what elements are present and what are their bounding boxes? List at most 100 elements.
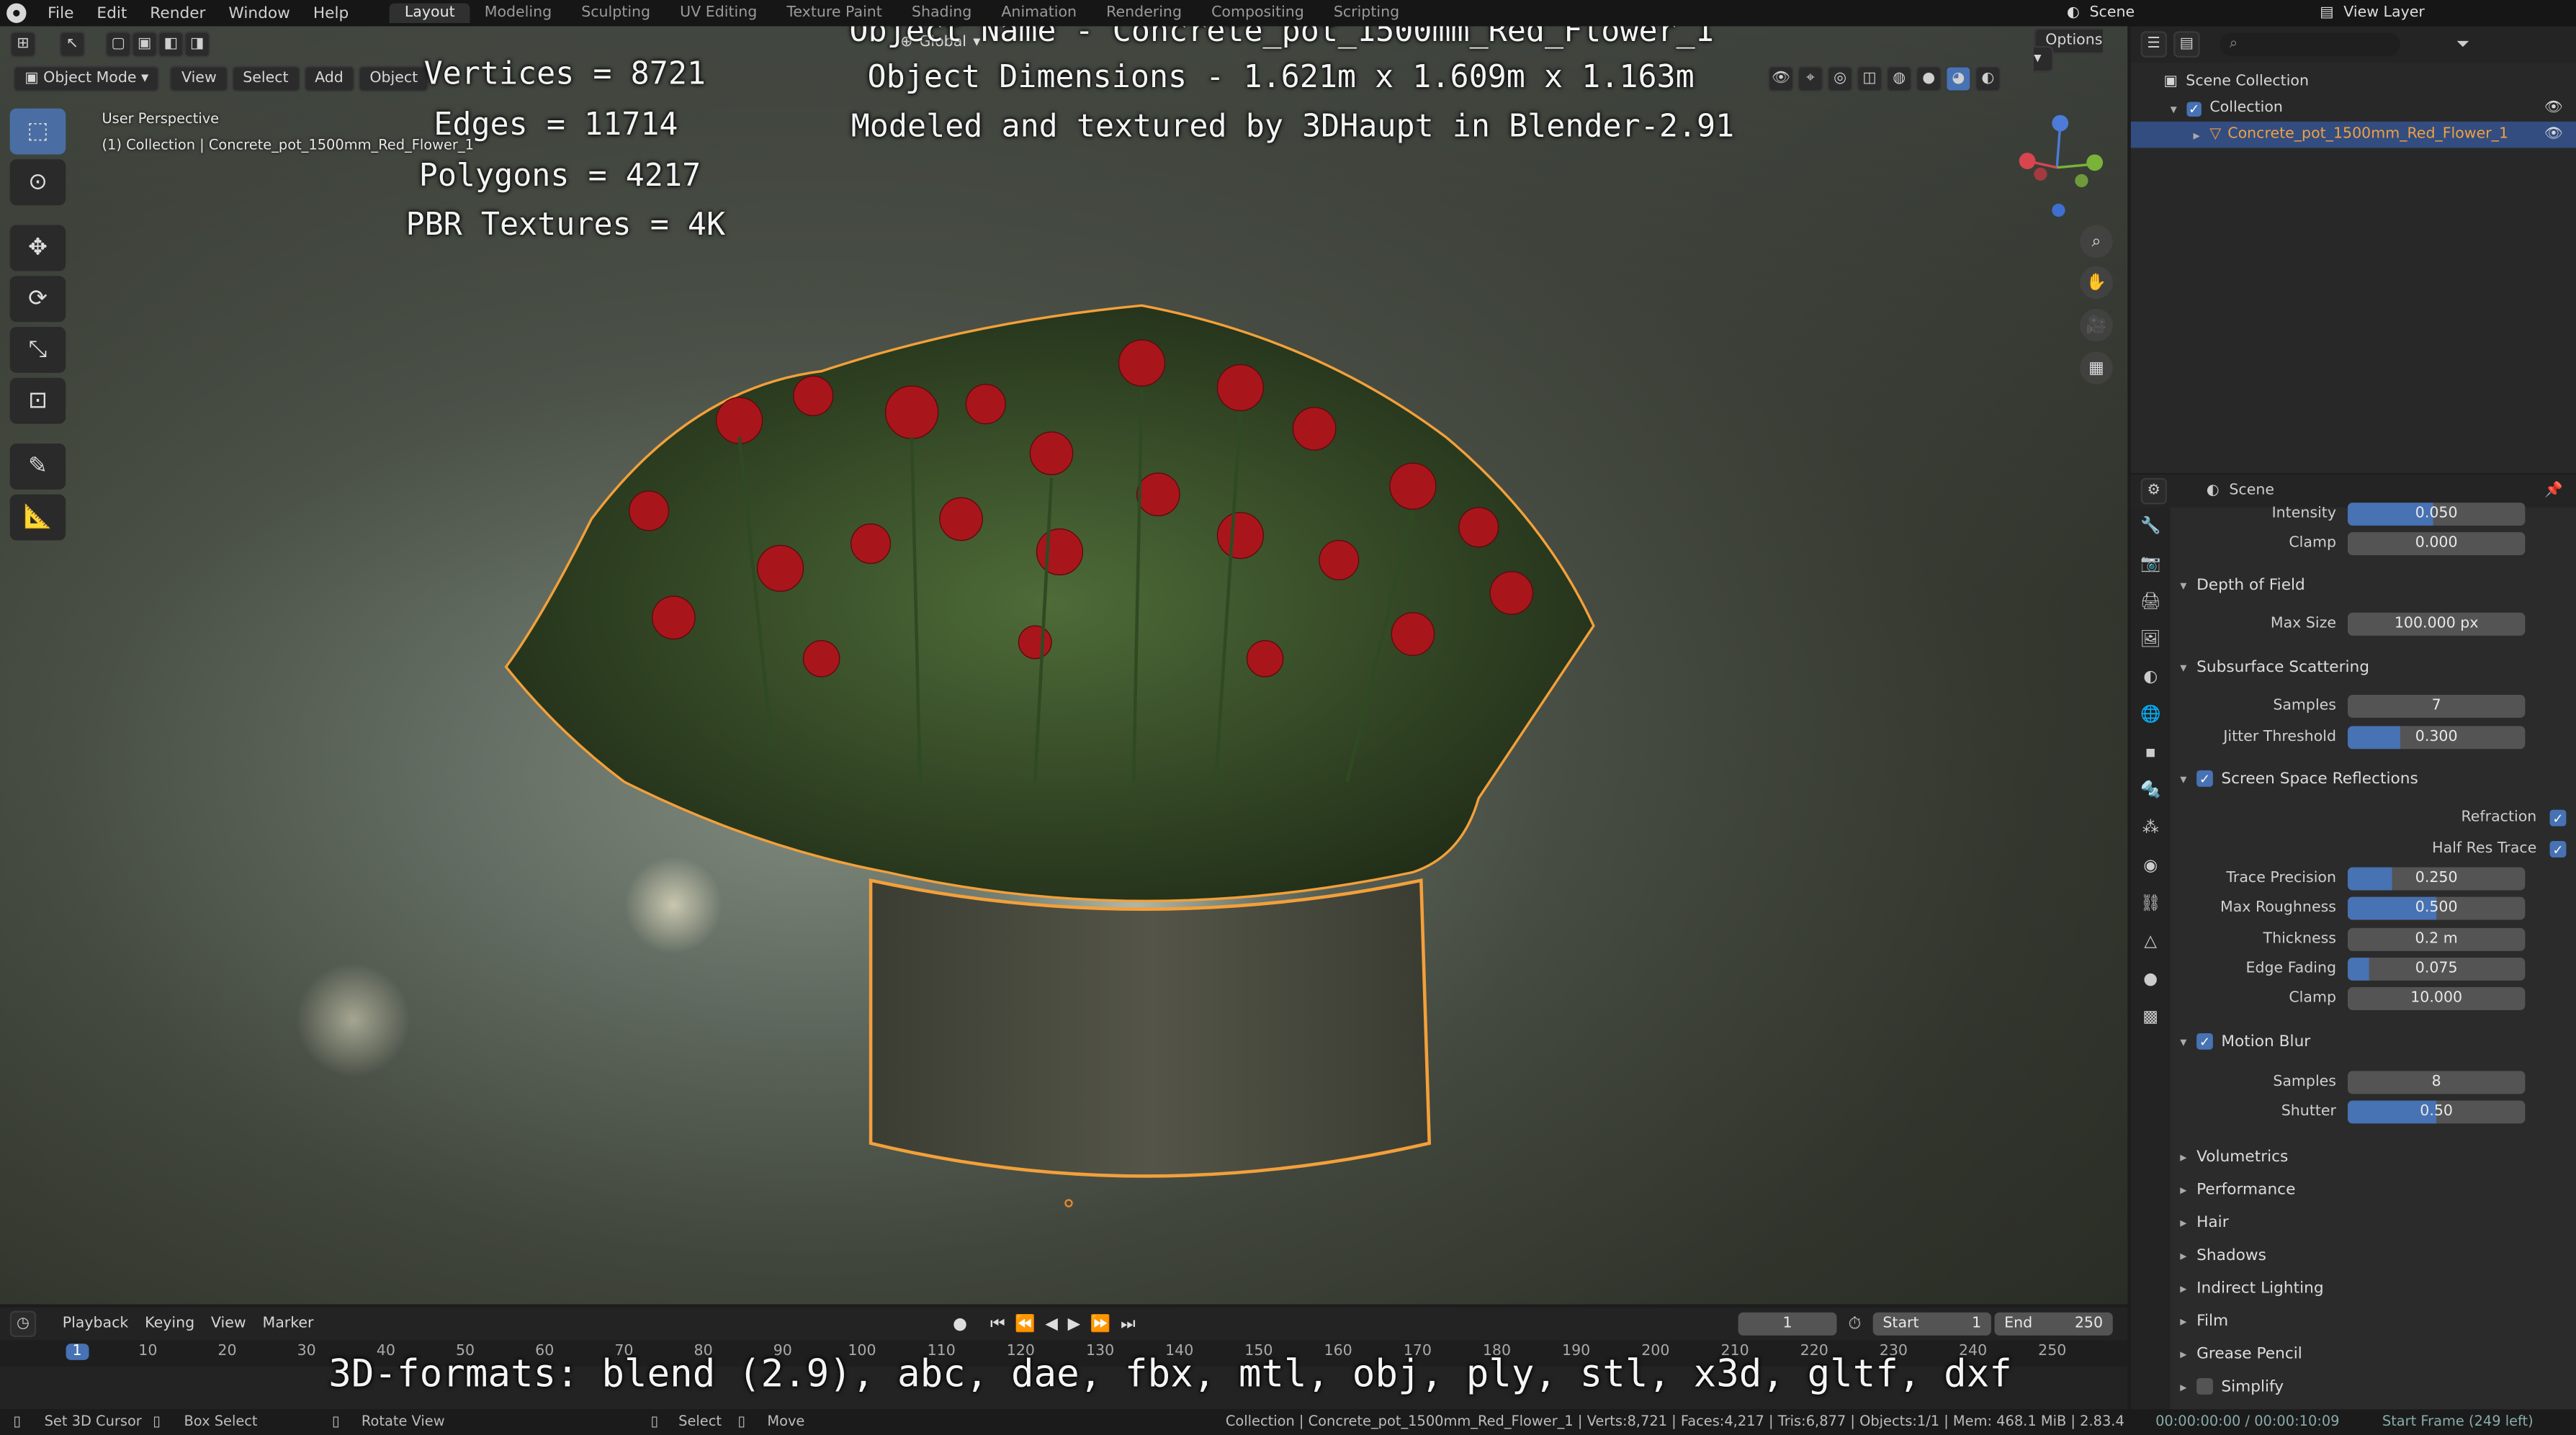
navigation-gizmo[interactable] bbox=[2008, 109, 2113, 224]
tab-modeling[interactable]: Modeling bbox=[470, 4, 566, 23]
visibility-icon[interactable]: 👁 bbox=[1767, 66, 1795, 92]
refraction-checkbox[interactable]: ✓ bbox=[2549, 809, 2567, 827]
tab-sculpting[interactable]: Sculpting bbox=[567, 4, 665, 23]
view-layer-tab-icon[interactable]: 🖼 bbox=[2131, 621, 2171, 658]
intensity-field[interactable]: 0.050 bbox=[2347, 503, 2526, 526]
rendered-shading-icon[interactable]: ◐ bbox=[1975, 66, 2001, 92]
half-res-checkbox[interactable]: ✓ bbox=[2549, 841, 2567, 858]
panel-indirect-lighting[interactable]: ▸ Indirect Lighting bbox=[2180, 1272, 2575, 1305]
play-reverse-icon[interactable]: ◀ bbox=[1045, 1315, 1058, 1333]
select-mode-subtract-icon[interactable]: ◧ bbox=[158, 31, 184, 58]
outliner-editor-icon[interactable]: ☰ bbox=[2140, 31, 2168, 58]
scene-collection-row[interactable]: ▣ Scene Collection bbox=[2131, 69, 2576, 96]
material-tab-icon[interactable]: ● bbox=[2131, 961, 2171, 999]
object-tab-icon[interactable]: ▪ bbox=[2131, 734, 2171, 772]
expand-arrow-icon[interactable]: ▸ bbox=[2194, 127, 2210, 143]
timeline-menu-playback[interactable]: Playback bbox=[63, 1315, 129, 1332]
tab-rendering[interactable]: Rendering bbox=[1092, 4, 1197, 23]
menu-window[interactable]: Window bbox=[217, 4, 301, 22]
physics-tab-icon[interactable]: ◉ bbox=[2131, 847, 2171, 885]
zoom-icon[interactable]: ⌕ bbox=[2080, 225, 2113, 258]
options-dropdown[interactable]: Options ▾ bbox=[2034, 27, 2127, 73]
stopwatch-icon[interactable]: ⏱ bbox=[1848, 1315, 1861, 1333]
solid-shading-icon[interactable]: ● bbox=[1915, 66, 1942, 92]
overlay-toggle-icon[interactable]: ◎ bbox=[1826, 66, 1854, 92]
menu-render[interactable]: Render bbox=[138, 4, 217, 22]
tab-uv-editing[interactable]: UV Editing bbox=[665, 4, 772, 23]
jitter-field[interactable]: 0.300 bbox=[2347, 726, 2526, 750]
object-mode-dropdown[interactable]: ▣ Object Mode ▾ bbox=[13, 66, 161, 92]
wireframe-shading-icon[interactable]: ◍ bbox=[1885, 66, 1913, 92]
tool-tab-icon[interactable]: 🔧 bbox=[2131, 508, 2171, 545]
record-icon[interactable]: ● bbox=[953, 1315, 967, 1333]
viewport-menu-view[interactable]: View bbox=[170, 66, 228, 92]
prev-keyframe-icon[interactable]: ⏪ bbox=[1015, 1315, 1035, 1333]
texture-tab-icon[interactable]: ▩ bbox=[2131, 999, 2171, 1036]
transform-icon[interactable]: ⊡ bbox=[9, 377, 66, 424]
timeline-menu-keying[interactable]: Keying bbox=[145, 1315, 194, 1332]
gizmo-toggle-icon[interactable]: ⌖ bbox=[1797, 66, 1824, 92]
trace-precision-field[interactable]: 0.250 bbox=[2347, 867, 2526, 891]
constraints-tab-icon[interactable]: ⛓ bbox=[2131, 886, 2171, 923]
output-tab-icon[interactable]: 🖨 bbox=[2131, 583, 2171, 621]
blender-logo-icon[interactable] bbox=[6, 3, 27, 23]
cursor-icon[interactable]: ⊙ bbox=[9, 159, 66, 206]
menu-help[interactable]: Help bbox=[302, 4, 360, 22]
editor-type-icon[interactable]: ⊞ bbox=[9, 31, 37, 58]
flower-pot-model[interactable] bbox=[493, 289, 1610, 1225]
menu-file[interactable]: File bbox=[36, 4, 85, 22]
panel-grease-pencil[interactable]: ▸ Grease Pencil bbox=[2180, 1337, 2575, 1370]
view-layer-name[interactable]: View Layer bbox=[2343, 5, 2424, 22]
next-keyframe-icon[interactable]: ⏩ bbox=[1090, 1315, 1110, 1333]
select-mode-extend-icon[interactable]: ▣ bbox=[131, 31, 158, 58]
jump-end-icon[interactable]: ⏭ bbox=[1121, 1315, 1136, 1333]
move-icon[interactable]: ✥ bbox=[9, 225, 66, 271]
material-shading-icon[interactable]: ◕ bbox=[1945, 66, 1972, 92]
tab-compositing[interactable]: Compositing bbox=[1197, 4, 1319, 23]
options-button[interactable]: Options ▾ bbox=[2034, 27, 2103, 73]
tab-scripting[interactable]: Scripting bbox=[1319, 4, 1414, 23]
panel-hair[interactable]: ▸ Hair bbox=[2180, 1205, 2575, 1238]
max-size-field[interactable]: 100.000 px bbox=[2347, 612, 2526, 636]
timeline-menu-marker[interactable]: Marker bbox=[262, 1315, 313, 1332]
tab-layout[interactable]: Layout bbox=[390, 3, 470, 23]
panel-simplify[interactable]: ▸ Simplify bbox=[2180, 1370, 2575, 1403]
simplify-checkbox[interactable] bbox=[2196, 1378, 2213, 1395]
select-mode-intersect-icon[interactable]: ◨ bbox=[184, 31, 211, 58]
scene-selector[interactable]: ◐ Scene bbox=[2067, 0, 2135, 27]
jump-start-icon[interactable]: ⏮ bbox=[990, 1315, 1005, 1333]
eye-icon[interactable]: 👁 bbox=[2544, 100, 2563, 117]
world-tab-icon[interactable]: 🌐 bbox=[2131, 696, 2171, 734]
collection-checkbox[interactable]: ✓ bbox=[2186, 101, 2202, 116]
ssr-checkbox[interactable]: ✓ bbox=[2196, 770, 2213, 787]
perspective-toggle-icon[interactable]: ▦ bbox=[2080, 351, 2113, 384]
shutter-field[interactable]: 0.50 bbox=[2347, 1100, 2526, 1124]
select-box-icon[interactable]: ⬚ bbox=[9, 108, 66, 155]
ssr-panel-header[interactable]: ▾ ✓ Screen Space Reflections bbox=[2180, 764, 2575, 793]
select-mode-new-icon[interactable]: ▢ bbox=[105, 31, 132, 58]
end-frame-field[interactable]: End 250 bbox=[1994, 1312, 2113, 1336]
data-tab-icon[interactable]: △ bbox=[2131, 923, 2171, 961]
motion-blur-checkbox[interactable]: ✓ bbox=[2196, 1033, 2213, 1050]
scene-tab-icon[interactable]: ◐ bbox=[2131, 659, 2171, 696]
pin-icon[interactable]: 📌 bbox=[2544, 483, 2563, 500]
xray-toggle-icon[interactable]: ◫ bbox=[1856, 66, 1883, 92]
panel-volumetrics[interactable]: ▸ Volumetrics bbox=[2180, 1140, 2575, 1173]
clamp-field[interactable]: 0.000 bbox=[2347, 532, 2526, 556]
filter-icon[interactable]: ⏷ bbox=[2456, 35, 2469, 53]
properties-editor-icon[interactable]: ⚙ bbox=[2140, 477, 2168, 505]
render-tab-icon[interactable]: 📷 bbox=[2131, 545, 2171, 582]
scale-icon[interactable]: ⤡ bbox=[9, 326, 66, 373]
measure-icon[interactable]: 📐 bbox=[9, 494, 66, 541]
tab-shading[interactable]: Shading bbox=[897, 4, 986, 23]
start-frame-field[interactable]: Start 1 bbox=[1872, 1312, 1991, 1336]
pan-hand-icon[interactable]: ✋ bbox=[2080, 266, 2113, 300]
panel-film[interactable]: ▸ Film bbox=[2180, 1304, 2575, 1337]
particles-tab-icon[interactable]: ⁂ bbox=[2131, 810, 2171, 847]
thickness-field[interactable]: 0.2 m bbox=[2347, 927, 2526, 951]
viewport-menu-add[interactable]: Add bbox=[303, 66, 355, 92]
play-icon[interactable]: ▶ bbox=[1068, 1315, 1081, 1333]
object-row[interactable]: ▸ ▽ Concrete_pot_1500mm_Red_Flower_1 👁 bbox=[2130, 121, 2576, 148]
expand-arrow-icon[interactable]: ▾ bbox=[2171, 101, 2187, 116]
sss-samples-field[interactable]: 7 bbox=[2347, 694, 2526, 718]
